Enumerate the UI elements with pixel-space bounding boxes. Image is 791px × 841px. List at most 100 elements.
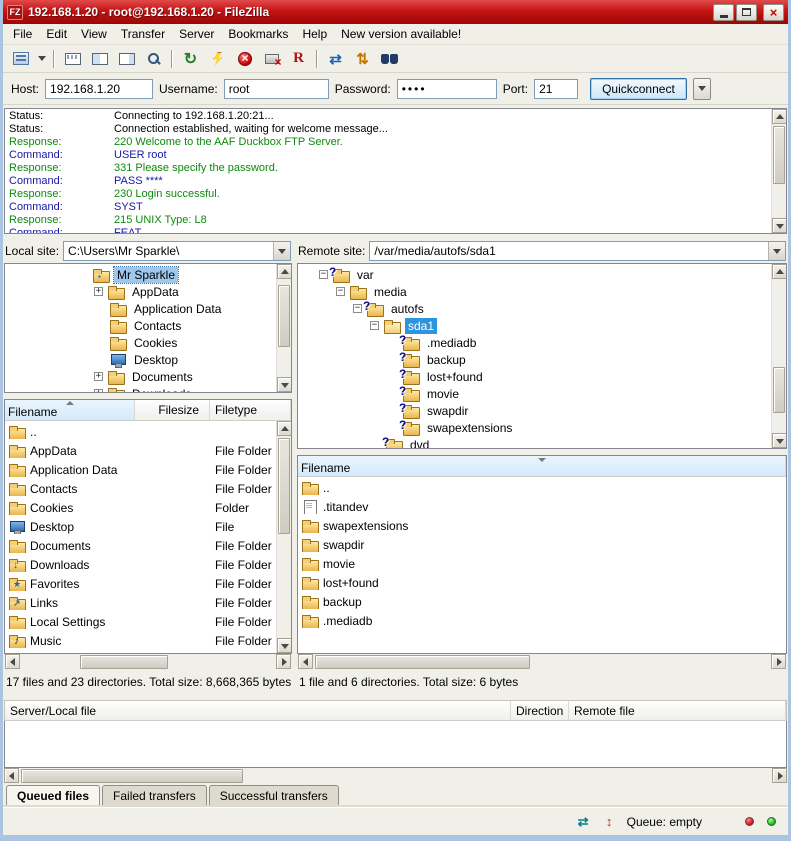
remote-tree-scrollbar[interactable]	[771, 264, 786, 448]
tree-item-label[interactable]: Desktop	[131, 352, 181, 368]
remote-tree-item[interactable]: − sda1	[298, 317, 771, 334]
tree-item-label[interactable]: swapdir	[424, 403, 471, 419]
remote-site-dropdown-button[interactable]	[768, 242, 785, 260]
remote-tree-item[interactable]: −?var	[298, 266, 771, 283]
local-tree-item[interactable]: Application Data	[5, 300, 276, 317]
scroll-left-button[interactable]	[298, 654, 313, 669]
scrollbar-thumb[interactable]	[773, 367, 785, 413]
queue-column-direction[interactable]: Direction	[511, 701, 569, 720]
tree-item-label[interactable]: var	[354, 267, 377, 283]
remote-tree-item[interactable]: −media	[298, 283, 771, 300]
scrollbar-track[interactable]	[277, 279, 291, 377]
collapse-icon[interactable]: −	[353, 304, 362, 313]
menu-item-new-version-available[interactable]: New version available!	[334, 25, 468, 43]
local-tree-item[interactable]: +Downloads	[5, 385, 276, 392]
local-file-row[interactable]: ..	[5, 422, 276, 441]
menu-item-file[interactable]: File	[6, 25, 39, 43]
remote-file-row[interactable]: .titandev	[298, 497, 786, 516]
username-input[interactable]	[224, 79, 329, 99]
scroll-up-button[interactable]	[772, 264, 787, 279]
scrollbar-track[interactable]	[20, 654, 276, 670]
remote-file-row[interactable]: backup	[298, 592, 786, 611]
minimize-button[interactable]	[713, 4, 734, 21]
scrollbar-track[interactable]	[772, 279, 786, 433]
tree-item-label[interactable]: media	[371, 284, 410, 300]
remote-tree-item[interactable]: ?lost+found	[298, 368, 771, 385]
tree-item-label[interactable]: dvd	[407, 437, 432, 449]
scrollbar-thumb[interactable]	[315, 655, 530, 669]
local-tree-item[interactable]: Cookies	[5, 334, 276, 351]
local-file-row[interactable]: DocumentsFile Folder	[5, 536, 276, 555]
synchronized-browsing-icon[interactable]	[350, 47, 375, 70]
remote-file-row[interactable]: swapextensions	[298, 516, 786, 535]
scrollbar-track[interactable]	[772, 124, 786, 218]
refresh-icon[interactable]	[178, 47, 203, 70]
scrollbar-thumb[interactable]	[21, 769, 243, 783]
tree-item-label[interactable]: lost+found	[424, 369, 486, 385]
menu-item-help[interactable]: Help	[295, 25, 334, 43]
remote-tree-item[interactable]: ?dvd	[298, 436, 771, 448]
message-log-scrollbar[interactable]	[771, 109, 786, 233]
scrollbar-track[interactable]	[277, 436, 291, 638]
column-header-filesize[interactable]: Filesize	[135, 400, 210, 420]
remote-file-row[interactable]: swapdir	[298, 535, 786, 554]
remote-site-combo[interactable]: /var/media/autofs/sda1	[369, 241, 786, 261]
tree-item-label[interactable]: sda1	[405, 318, 437, 334]
collapse-icon[interactable]: −	[370, 321, 379, 330]
menu-item-view[interactable]: View	[74, 25, 114, 43]
local-tree-item[interactable]: +Documents	[5, 368, 276, 385]
remote-tree-item[interactable]: −?autofs	[298, 300, 771, 317]
tree-item-label[interactable]: backup	[424, 352, 469, 368]
local-file-row[interactable]: CookiesFolder	[5, 498, 276, 517]
tree-item-label[interactable]: Cookies	[131, 335, 180, 351]
local-list-scrollbar[interactable]	[276, 421, 291, 653]
tree-item-label[interactable]: Documents	[129, 369, 196, 385]
local-file-row[interactable]: ★FavoritesFile Folder	[5, 574, 276, 593]
local-file-row[interactable]: ContactsFile Folder	[5, 479, 276, 498]
local-file-row[interactable]: Application DataFile Folder	[5, 460, 276, 479]
scrollbar-track[interactable]	[313, 654, 771, 670]
local-file-row[interactable]: ↓DownloadsFile Folder	[5, 555, 276, 574]
site-manager-dropdown-icon[interactable]	[35, 47, 48, 70]
remote-file-row[interactable]: ..	[298, 478, 786, 497]
expand-icon[interactable]: +	[94, 287, 103, 296]
scroll-down-button[interactable]	[277, 377, 292, 392]
scrollbar-thumb[interactable]	[278, 438, 290, 534]
password-input[interactable]	[397, 79, 497, 99]
remote-tree-item[interactable]: ?backup	[298, 351, 771, 368]
find-files-icon[interactable]	[377, 47, 402, 70]
remote-tree-item[interactable]: ?movie	[298, 385, 771, 402]
local-tree-item[interactable]: +AppData	[5, 283, 276, 300]
quickconnect-dropdown-button[interactable]	[693, 78, 711, 100]
directory-comparison-icon[interactable]	[323, 47, 348, 70]
local-tree-item[interactable]: Contacts	[5, 317, 276, 334]
menu-item-server[interactable]: Server	[172, 25, 221, 43]
tree-item-label[interactable]: autofs	[388, 301, 427, 317]
scroll-up-button[interactable]	[277, 264, 292, 279]
remote-file-row[interactable]: .mediadb	[298, 611, 786, 630]
column-header-filename[interactable]: Filename	[298, 456, 786, 476]
tree-item-label[interactable]: Downloads	[129, 386, 194, 393]
local-tree-scrollbar[interactable]	[276, 264, 291, 392]
tree-item-label[interactable]: Mr Sparkle	[114, 267, 178, 283]
scroll-right-button[interactable]	[772, 768, 787, 783]
remote-list-hscrollbar[interactable]	[298, 654, 786, 670]
local-file-row[interactable]: Local SettingsFile Folder	[5, 612, 276, 631]
port-input[interactable]	[534, 79, 578, 99]
remote-tree-item[interactable]: ?swapdir	[298, 402, 771, 419]
menu-item-edit[interactable]: Edit	[39, 25, 74, 43]
host-input[interactable]	[45, 79, 153, 99]
local-tree-item[interactable]: ▪Mr Sparkle	[5, 266, 276, 283]
transfer-queue-body[interactable]	[4, 721, 787, 768]
reconnect-icon[interactable]	[286, 47, 311, 70]
tree-item-label[interactable]: swapextensions	[424, 420, 515, 436]
local-file-row[interactable]: DesktopFile	[5, 517, 276, 536]
tree-item-label[interactable]: Contacts	[131, 318, 184, 334]
queue-column-remote-file[interactable]: Remote file	[569, 701, 786, 720]
remote-tree-item[interactable]: ?.mediadb	[298, 334, 771, 351]
scroll-down-button[interactable]	[772, 218, 787, 233]
toggle-remote-tree-icon[interactable]	[114, 47, 139, 70]
scroll-right-button[interactable]	[276, 654, 291, 669]
tab-failed-transfers[interactable]: Failed transfers	[102, 785, 207, 807]
local-list-hscrollbar[interactable]	[5, 654, 291, 670]
